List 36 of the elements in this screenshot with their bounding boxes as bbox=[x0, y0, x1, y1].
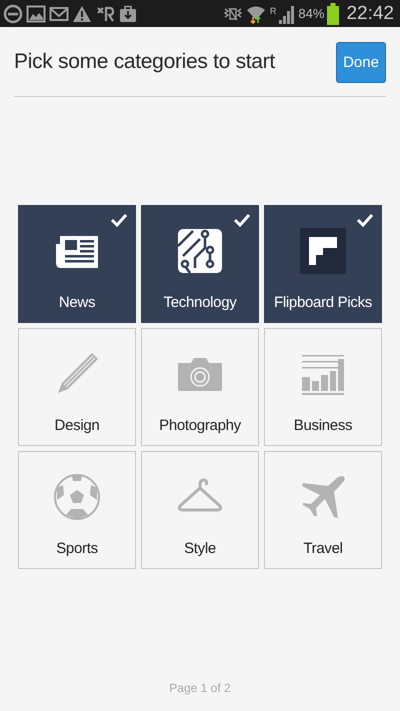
signal-icon bbox=[279, 4, 296, 24]
warning-icon bbox=[72, 4, 92, 24]
category-tile[interactable]: Design bbox=[18, 328, 136, 446]
category-label: Sports bbox=[56, 540, 98, 557]
check-icon bbox=[233, 213, 251, 227]
category-label: Flipboard Picks bbox=[274, 294, 372, 311]
check-icon bbox=[356, 213, 374, 227]
soccer-ball-icon bbox=[52, 472, 102, 522]
roaming-label: R bbox=[270, 6, 276, 16]
category-label: Photography bbox=[159, 417, 241, 434]
page-indicator: Page 1 of 2 bbox=[169, 681, 231, 695]
category-tile[interactable]: Travel bbox=[264, 451, 382, 569]
category-tile[interactable]: Business bbox=[264, 328, 382, 446]
flag-logo-icon bbox=[298, 226, 348, 276]
blocked-icon bbox=[3, 4, 23, 24]
category-tile[interactable]: Flipboard Picks bbox=[264, 205, 382, 323]
category-label: Design bbox=[54, 417, 100, 434]
category-tile[interactable]: Photography bbox=[141, 328, 259, 446]
category-label: Travel bbox=[303, 540, 343, 557]
image-icon bbox=[26, 4, 46, 24]
check-icon bbox=[110, 213, 128, 227]
category-label: Style bbox=[184, 540, 216, 557]
category-tile[interactable]: Sports bbox=[18, 451, 136, 569]
battery-percent: 84% bbox=[298, 6, 324, 21]
download-icon bbox=[118, 4, 138, 24]
category-tile[interactable]: Technology bbox=[141, 205, 259, 323]
category-tile[interactable]: Style bbox=[141, 451, 259, 569]
page-title: Pick some categories to start bbox=[14, 50, 275, 74]
category-tile[interactable]: News bbox=[18, 205, 136, 323]
wifi-icon bbox=[244, 4, 267, 24]
circuit-icon bbox=[175, 226, 225, 276]
category-label: News bbox=[58, 294, 96, 311]
category-label: Technology bbox=[164, 294, 236, 311]
category-label: Business bbox=[294, 417, 352, 434]
clock: 22:42 bbox=[346, 2, 394, 24]
battery-icon bbox=[327, 2, 340, 24]
